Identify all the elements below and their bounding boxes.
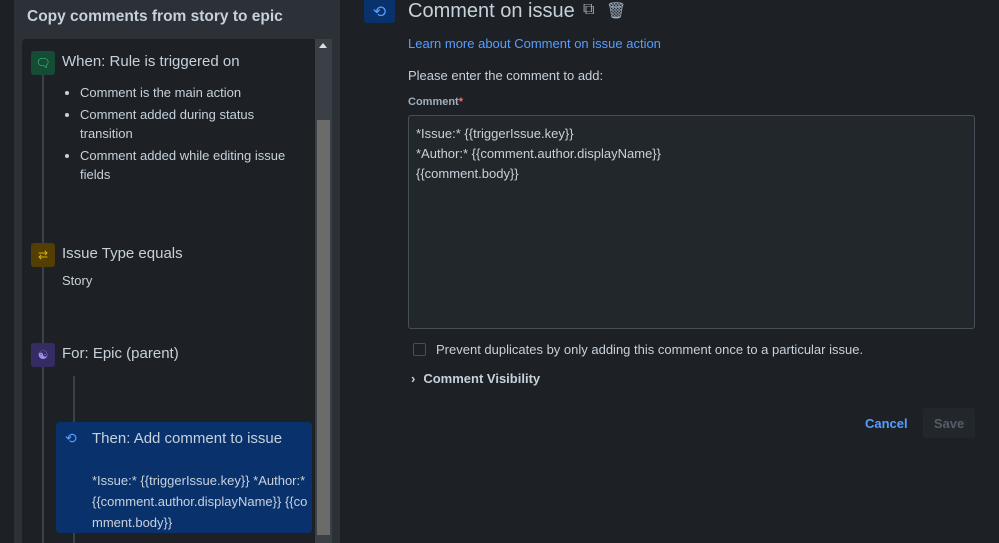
comment-label-text: Comment (408, 96, 459, 108)
action-node-selected[interactable]: ⟲ Then: Add comment to issue *Issue:* {{… (56, 422, 312, 533)
rule-panel: Copy comments from story to epic 🗨 When:… (14, 0, 340, 543)
editor-title: Comment on issue (408, 0, 575, 22)
action-detail: *Issue:* {{triggerIssue.key}} *Author:* … (92, 473, 308, 530)
comment-icon: 🗨 (31, 51, 55, 75)
copy-icon[interactable]: ⧉ (583, 1, 594, 19)
comment-visibility-label: Comment Visibility (423, 371, 541, 386)
trigger-item: Comment is the main action (80, 83, 302, 102)
comment-action-icon: ⟲ (65, 430, 77, 446)
shuffle-icon: ⇄ (31, 243, 55, 267)
trigger-list: Comment is the main action Comment added… (62, 83, 302, 187)
branch-title: For: Epic (parent) (62, 345, 179, 362)
trash-icon[interactable]: 🗑 (606, 1, 626, 21)
cancel-button[interactable]: Cancel (865, 416, 908, 431)
connector-line (42, 69, 44, 543)
save-button[interactable]: Save (923, 408, 975, 438)
chevron-right-icon: › (411, 371, 416, 386)
left-edge (0, 0, 14, 543)
prevent-duplicates-checkbox[interactable] (413, 343, 426, 356)
comment-visibility-toggle[interactable]: › Comment Visibility (411, 371, 540, 386)
prevent-duplicates-label[interactable]: Prevent duplicates by only adding this c… (436, 342, 863, 357)
comment-label: Comment* (408, 96, 463, 108)
prompt-text: Please enter the comment to add: (408, 68, 604, 83)
rule-title: Copy comments from story to epic (27, 8, 283, 25)
action-title: Then: Add comment to issue (92, 430, 283, 447)
learn-more-link[interactable]: Learn more about Comment on issue action (408, 36, 661, 51)
condition-title: Issue Type equals (62, 245, 183, 262)
comment-add-icon: ⟲ (364, 0, 395, 23)
condition-value: Story (62, 273, 93, 288)
rule-steps-list: 🗨 When: Rule is triggered on Comment is … (22, 39, 315, 543)
trigger-item: Comment added while editing issue fields (80, 146, 302, 184)
scroll-up-arrow-icon[interactable] (319, 43, 327, 48)
scrollbar[interactable] (315, 39, 332, 543)
trigger-item: Comment added during status transition (80, 105, 302, 143)
trigger-title: When: Rule is triggered on (62, 53, 240, 70)
required-mark: * (458, 96, 464, 108)
comment-textarea[interactable]: *Issue:* {{triggerIssue.key}} *Author:* … (408, 115, 975, 329)
scrollbar-thumb[interactable] (317, 120, 330, 535)
hierarchy-icon: ☯ (31, 343, 55, 367)
